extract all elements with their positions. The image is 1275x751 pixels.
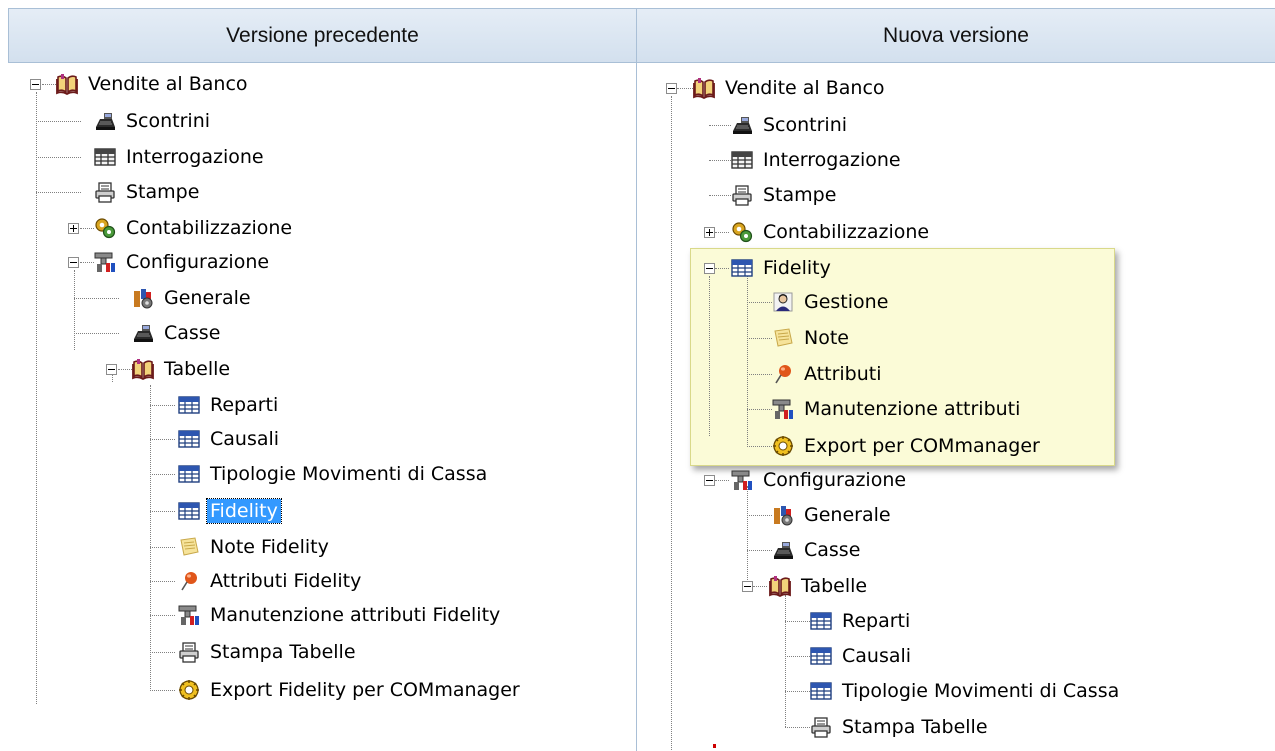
tree-node-label: Export per COMmanager [804,435,1040,457]
tree-node-label: Gestione [804,291,889,313]
table-icon [731,257,753,279]
tree-node-scontrini[interactable]: Scontrini [731,111,850,139]
configuration-icon [731,469,753,491]
tree-node-tabelle[interactable]: Tabelle [769,572,870,600]
gears-icon [731,221,753,243]
cash-register-icon [772,539,794,561]
person-icon [772,291,794,313]
collapse-toggle-tabelle[interactable] [742,581,753,592]
tree-node-label: Contabilizzazione [763,221,930,243]
red-marker [713,744,716,748]
table-icon [731,149,753,171]
pin-icon [772,363,794,385]
tree-node-label: Note [804,327,849,349]
book-icon [769,575,791,597]
tree-node-label: Generale [804,504,891,526]
tree-node-label: Causali [842,645,912,667]
tree-node-vendite-al-banco[interactable]: Vendite al Banco [693,74,888,102]
tree-node-label: Vendite al Banco [725,77,885,99]
cash-register-icon [731,114,753,136]
tree-node-stampa-tabelle[interactable]: Stampa Tabelle [810,713,991,741]
export-gear-icon [772,435,794,457]
comparison-grid: Versione precedente Nuova versione Vendi… [0,0,1275,751]
tree-node-label: Interrogazione [763,149,901,171]
tree-node-note[interactable]: Note [772,324,852,352]
tree-node-contabilizzazione[interactable]: Contabilizzazione [731,218,932,246]
tree-node-manutenzione-attributi[interactable]: Manutenzione attributi [772,395,1023,423]
tree-new: Vendite al Banco Scontrini Interrogazion… [0,0,1275,751]
tree-node-stampe[interactable]: Stampe [731,181,839,209]
table-icon [810,680,832,702]
tree-node-label: Scontrini [763,114,848,136]
tree-node-attributi[interactable]: Attributi [772,360,884,388]
note-icon [772,327,794,349]
configuration-icon [772,398,794,420]
tree-node-causali[interactable]: Causali [810,642,914,670]
tree-node-label: Attributi [804,363,882,385]
table-icon [810,610,832,632]
tree-node-interrogazione[interactable]: Interrogazione [731,146,904,174]
tree-node-fidelity[interactable]: Fidelity [731,254,834,282]
tree-node-configurazione[interactable]: Configurazione [731,466,909,494]
printer-icon [731,184,753,206]
tree-node-label: Configurazione [763,469,907,491]
general-settings-icon [772,504,794,526]
tree-node-gestione[interactable]: Gestione [772,288,891,316]
book-icon [693,77,715,99]
expand-toggle-contabilizzazione[interactable] [704,227,715,238]
tree-node-label: Tipologie Movimenti di Cassa [842,680,1120,702]
printer-icon [810,716,832,738]
tree-node-tipologie[interactable]: Tipologie Movimenti di Cassa [810,677,1122,705]
tree-node-label: Manutenzione attributi [804,398,1021,420]
collapse-toggle-fidelity[interactable] [704,263,715,274]
tree-node-label: Tabelle [801,575,868,597]
tree-node-label: Fidelity [763,257,831,279]
tree-node-label: Stampa Tabelle [842,716,988,738]
table-icon [810,645,832,667]
tree-node-generale[interactable]: Generale [772,501,894,529]
collapse-toggle-vendite[interactable] [666,83,677,94]
tree-node-label: Stampe [763,184,837,206]
tree-node-export[interactable]: Export per COMmanager [772,432,1043,460]
collapse-toggle-configurazione[interactable] [704,475,715,486]
tree-node-label: Reparti [842,610,911,632]
tree-node-reparti[interactable]: Reparti [810,607,913,635]
tree-node-casse[interactable]: Casse [772,536,863,564]
tree-node-label: Casse [804,539,861,561]
